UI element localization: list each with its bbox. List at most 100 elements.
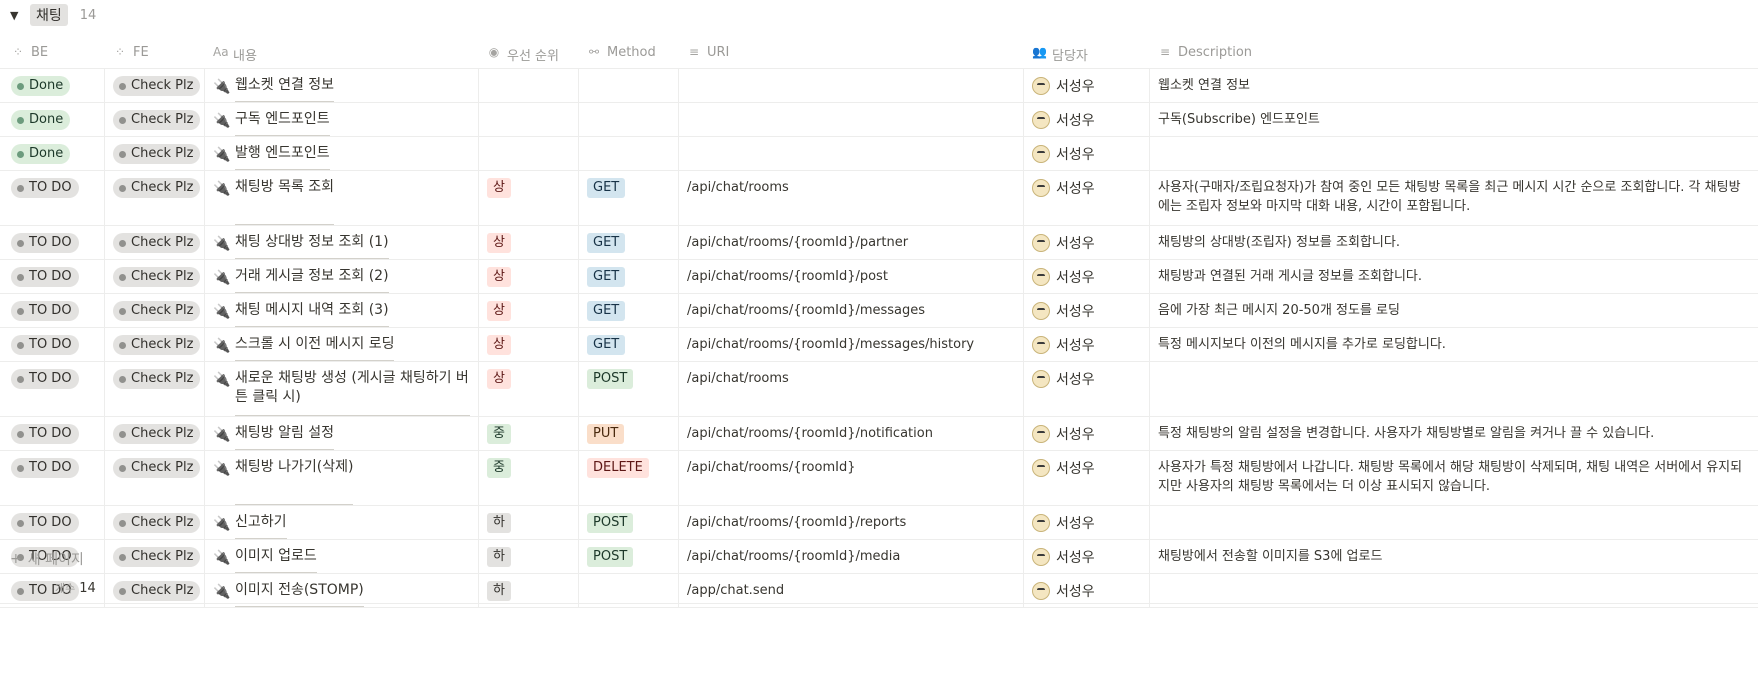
title-cell[interactable]: 🔌 거래 게시글 정보 조회 (2): [205, 260, 479, 293]
page-title-link[interactable]: 채팅방 목록 조회: [235, 178, 335, 225]
be-status-cell[interactable]: TO DO: [0, 417, 105, 450]
uri-cell[interactable]: [679, 103, 1024, 136]
method-cell[interactable]: GET: [579, 294, 679, 327]
method-cell[interactable]: [579, 137, 679, 170]
fe-status-cell[interactable]: Check Plz: [105, 540, 205, 573]
title-cell[interactable]: 🔌 구독 엔드포인트: [205, 103, 479, 136]
be-status-cell[interactable]: TO DO: [0, 506, 105, 539]
owner-cell[interactable]: 서성우: [1024, 417, 1150, 450]
uri-cell[interactable]: /api/chat/rooms/{roomId}/notification: [679, 417, 1024, 450]
priority-cell[interactable]: 상: [479, 328, 579, 361]
title-cell[interactable]: 🔌 이미지 업로드: [205, 540, 479, 573]
method-cell[interactable]: GET: [579, 260, 679, 293]
page-title-link[interactable]: 스크롤 시 이전 메시지 로딩: [235, 335, 395, 361]
owner-cell[interactable]: 서성우: [1024, 103, 1150, 136]
title-cell[interactable]: 🔌 새로운 채팅방 생성 (게시글 채팅하기 버튼 클릭 시): [205, 362, 479, 416]
page-title-link[interactable]: 채팅 메시지 내역 조회 (3): [235, 301, 389, 327]
priority-cell[interactable]: [479, 137, 579, 170]
column-header-fe[interactable]: ⁘ FE: [105, 38, 205, 68]
description-cell[interactable]: 특정 메시지보다 이전의 메시지를 추가로 로딩합니다.: [1150, 328, 1758, 361]
be-status-cell[interactable]: TO DO: [0, 226, 105, 259]
column-header-priority[interactable]: ◉ 우선 순위: [479, 38, 579, 68]
status-badge[interactable]: TO DO: [11, 335, 79, 355]
method-cell[interactable]: GET: [579, 226, 679, 259]
priority-cell[interactable]: 중: [479, 417, 579, 450]
status-badge[interactable]: TO DO: [11, 301, 79, 321]
fe-status-cell[interactable]: Check Plz: [105, 506, 205, 539]
status-badge[interactable]: Check Plz: [113, 458, 201, 478]
column-header-title[interactable]: Aa 내용: [205, 38, 479, 68]
status-badge[interactable]: Check Plz: [113, 547, 201, 567]
method-cell[interactable]: POST: [579, 506, 679, 539]
description-cell[interactable]: 음에 가장 최근 메시지 20-50개 정도를 로딩: [1150, 294, 1758, 327]
column-header-description[interactable]: ≡ Description: [1150, 38, 1758, 68]
owner-cell[interactable]: 서성우: [1024, 260, 1150, 293]
column-header-be[interactable]: ⁘ BE: [0, 38, 105, 68]
status-badge[interactable]: Check Plz: [113, 424, 201, 444]
description-cell[interactable]: [1150, 362, 1758, 416]
fe-status-cell[interactable]: Check Plz: [105, 417, 205, 450]
status-badge[interactable]: Check Plz: [113, 267, 201, 287]
status-badge[interactable]: Done: [11, 144, 71, 164]
priority-cell[interactable]: 상: [479, 294, 579, 327]
status-badge[interactable]: Check Plz: [113, 335, 201, 355]
uri-cell[interactable]: [679, 69, 1024, 102]
page-title-link[interactable]: 발행 엔드포인트: [235, 144, 330, 170]
be-status-cell[interactable]: TO DO: [0, 451, 105, 505]
owner-cell[interactable]: 서성우: [1024, 294, 1150, 327]
title-cell[interactable]: 🔌 채팅방 알림 설정: [205, 417, 479, 450]
status-badge[interactable]: Check Plz: [113, 513, 201, 533]
be-status-cell[interactable]: Done: [0, 103, 105, 136]
column-header-owner[interactable]: 👥 담당자: [1024, 38, 1150, 68]
count-summary[interactable]: 개수 14: [55, 580, 96, 596]
uri-cell[interactable]: /api/chat/rooms/{roomId}/reports: [679, 506, 1024, 539]
status-badge[interactable]: Done: [11, 110, 71, 130]
fe-status-cell[interactable]: Check Plz: [105, 451, 205, 505]
method-cell[interactable]: DELETE: [579, 451, 679, 505]
column-header-method[interactable]: ⚯ Method: [579, 38, 679, 68]
title-cell[interactable]: 🔌 웹소켓 연결 정보: [205, 69, 479, 102]
status-badge[interactable]: Done: [11, 76, 71, 96]
uri-cell[interactable]: /api/chat/rooms/{roomId}/messages/histor…: [679, 328, 1024, 361]
owner-cell[interactable]: 서성우: [1024, 69, 1150, 102]
status-badge[interactable]: TO DO: [11, 369, 79, 389]
page-title-link[interactable]: 새로운 채팅방 생성 (게시글 채팅하기 버튼 클릭 시): [235, 369, 470, 416]
page-title-link[interactable]: 채팅 상대방 정보 조회 (1): [235, 233, 389, 259]
page-title-link[interactable]: 이미지 업로드: [235, 547, 317, 573]
owner-cell[interactable]: 서성우: [1024, 506, 1150, 539]
fe-status-cell[interactable]: Check Plz: [105, 69, 205, 102]
uri-cell[interactable]: /api/chat/rooms: [679, 362, 1024, 416]
status-badge[interactable]: Check Plz: [113, 233, 201, 253]
owner-cell[interactable]: 서성우: [1024, 171, 1150, 225]
be-status-cell[interactable]: TO DO: [0, 171, 105, 225]
page-title-link[interactable]: 채팅방 알림 설정: [235, 424, 335, 450]
priority-cell[interactable]: 상: [479, 260, 579, 293]
priority-cell[interactable]: 상: [479, 171, 579, 225]
owner-cell[interactable]: 서성우: [1024, 137, 1150, 170]
fe-status-cell[interactable]: Check Plz: [105, 328, 205, 361]
method-cell[interactable]: [579, 69, 679, 102]
page-title-link[interactable]: 구독 엔드포인트: [235, 110, 330, 136]
fe-status-cell[interactable]: Check Plz: [105, 171, 205, 225]
priority-cell[interactable]: 하: [479, 540, 579, 573]
owner-cell[interactable]: 서성우: [1024, 451, 1150, 505]
method-cell[interactable]: POST: [579, 362, 679, 416]
be-status-cell[interactable]: Done: [0, 69, 105, 102]
title-cell[interactable]: 🔌 채팅 메시지 내역 조회 (3): [205, 294, 479, 327]
description-cell[interactable]: 사용자(구매자/조립요청자)가 참여 중인 모든 채팅방 목록을 최근 메시지 …: [1150, 171, 1758, 225]
description-cell[interactable]: 채팅방과 연결된 거래 게시글 정보를 조회합니다.: [1150, 260, 1758, 293]
uri-cell[interactable]: [679, 137, 1024, 170]
fe-status-cell[interactable]: Check Plz: [105, 103, 205, 136]
title-cell[interactable]: 🔌 스크롤 시 이전 메시지 로딩: [205, 328, 479, 361]
title-cell[interactable]: 🔌 채팅 상대방 정보 조회 (1): [205, 226, 479, 259]
status-badge[interactable]: TO DO: [11, 458, 79, 478]
status-badge[interactable]: Check Plz: [113, 144, 201, 164]
uri-cell[interactable]: /api/chat/rooms/{roomId}/post: [679, 260, 1024, 293]
priority-cell[interactable]: 상: [479, 226, 579, 259]
priority-cell[interactable]: 하: [479, 506, 579, 539]
title-cell[interactable]: 🔌 신고하기: [205, 506, 479, 539]
status-badge[interactable]: Check Plz: [113, 178, 201, 198]
owner-cell[interactable]: 서성우: [1024, 540, 1150, 573]
description-cell[interactable]: 특정 채팅방의 알림 설정을 변경합니다. 사용자가 채팅방별로 알림을 켜거나…: [1150, 417, 1758, 450]
title-cell[interactable]: 🔌 발행 엔드포인트: [205, 137, 479, 170]
